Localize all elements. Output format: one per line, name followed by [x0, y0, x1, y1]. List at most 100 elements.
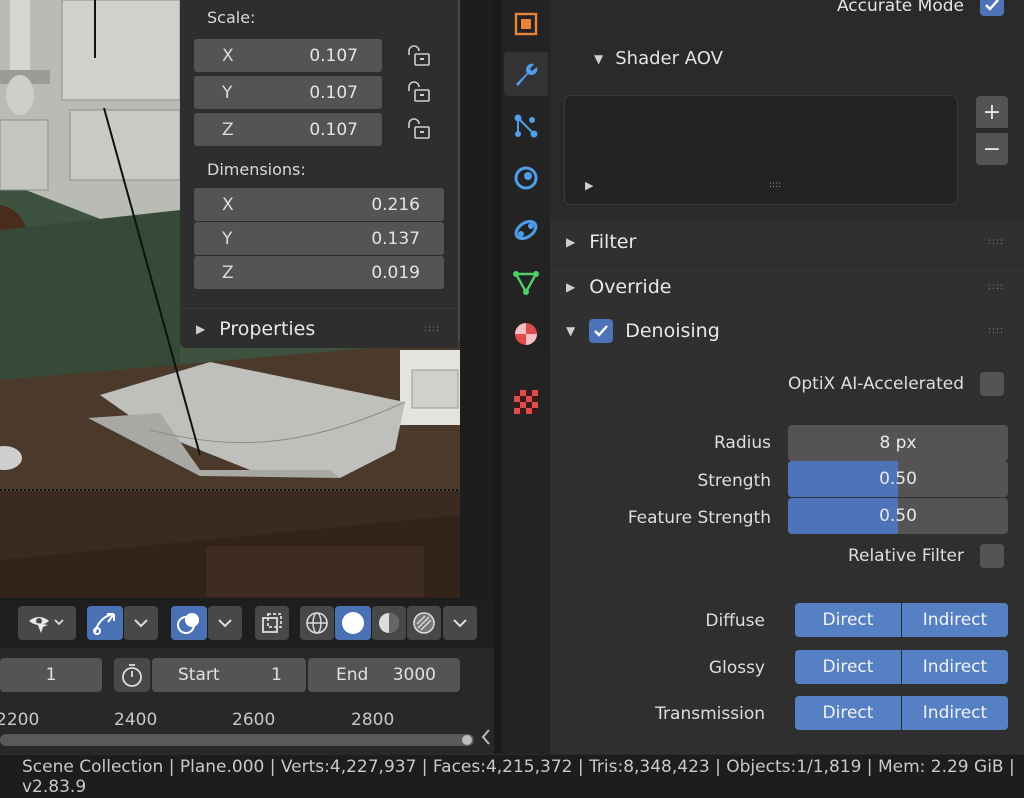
optix-checkbox[interactable] — [980, 372, 1004, 396]
axis-label: X — [222, 45, 234, 66]
shading-wireframe-button[interactable] — [300, 606, 334, 640]
visibility-dropdown[interactable] — [18, 606, 76, 640]
radius-field[interactable]: 8 px — [788, 425, 1008, 461]
end-value: 3000 — [392, 665, 436, 685]
diffuse-indirect-toggle[interactable]: Indirect — [901, 603, 1008, 637]
xray-toggle-button[interactable] — [255, 606, 289, 640]
glossy-indirect-toggle[interactable]: Indirect — [901, 650, 1008, 684]
add-aov-button[interactable]: + — [976, 96, 1008, 128]
shading-material-button[interactable] — [372, 606, 406, 640]
drag-grip-icon[interactable]: :::: — [988, 237, 1004, 247]
minus-icon: − — [982, 136, 1002, 162]
optix-label: OptiX AI-Accelerated — [787, 374, 964, 394]
tab-physics[interactable] — [504, 156, 548, 200]
filter-label: Filter — [589, 231, 637, 253]
solid-sphere-icon — [342, 612, 364, 634]
overlay-icon — [177, 613, 199, 634]
tab-constraints[interactable] — [504, 208, 548, 252]
tab-material[interactable] — [504, 312, 548, 356]
physics-orbit-icon — [514, 166, 538, 190]
expand-triangle-icon: ▶ — [566, 235, 576, 249]
collapse-triangle-icon: ▼ — [566, 324, 576, 338]
start-frame-field[interactable]: Start 1 — [152, 658, 306, 692]
filter-panel-header[interactable]: ▶ Filter :::: — [550, 220, 1024, 264]
scale-z-field[interactable]: Z 0.107 — [194, 113, 382, 146]
material-sphere-icon — [379, 613, 399, 633]
status-bar-text: Scene Collection | Plane.000 | Verts:4,2… — [22, 756, 1015, 797]
scrollbar-handle[interactable] — [462, 735, 472, 745]
scale-x-field[interactable]: X 0.107 — [194, 39, 382, 72]
overlay-toggle-button[interactable] — [171, 606, 207, 640]
expand-triangle-icon[interactable]: ▶ — [585, 179, 593, 192]
tab-object[interactable] — [504, 2, 548, 46]
axis-label: X — [222, 194, 234, 215]
tab-particles[interactable] — [504, 104, 548, 148]
gizmo-toggle-button[interactable] — [87, 606, 123, 640]
object-square-icon — [514, 12, 538, 36]
mesh-triangle-icon — [513, 271, 539, 295]
end-frame-field[interactable]: End 3000 — [308, 658, 460, 692]
3d-viewport[interactable]: Scale: X 0.107 Y 0.107 Z 0.107 Dimension… — [0, 0, 460, 598]
scale-label: Scale: — [207, 8, 256, 27]
overlay-dropdown[interactable] — [208, 606, 242, 640]
shader-aov-header[interactable]: ▼ Shader AOV — [594, 48, 723, 69]
transmission-direct-toggle[interactable]: Direct — [795, 696, 901, 730]
drag-grip-icon[interactable]: :::: — [988, 326, 1004, 336]
strength-value: 0.50 — [879, 469, 917, 489]
viewport-header — [0, 600, 494, 648]
unlock-icon[interactable] — [406, 81, 432, 103]
feature-strength-value: 0.50 — [879, 506, 917, 526]
axis-label: Z — [222, 119, 234, 140]
drag-grip-icon[interactable]: :::: — [988, 282, 1004, 292]
dimension-y-field[interactable]: Y 0.137 — [194, 222, 444, 255]
gizmo-dropdown[interactable] — [124, 606, 158, 640]
denoising-checkbox[interactable] — [589, 319, 614, 343]
timeline-editor: 1 Start 1 End 3000 2200 2400 2600 2800 — [0, 648, 494, 754]
tab-texture[interactable] — [504, 380, 548, 424]
axis-label: Y — [222, 82, 233, 103]
diffuse-label: Diffuse — [705, 611, 765, 631]
denoising-panel-header[interactable]: ▼ Denoising :::: — [550, 309, 1024, 353]
properties-tab-bar — [502, 0, 550, 754]
accurate-mode-label: Accurate Mode — [836, 0, 964, 16]
tab-modifiers[interactable] — [504, 52, 548, 96]
timeline-scrollbar[interactable] — [0, 734, 474, 746]
diffuse-direct-toggle[interactable]: Direct — [795, 603, 901, 637]
unlock-icon[interactable] — [406, 45, 432, 67]
drag-grip-icon[interactable]: :::: — [424, 324, 440, 334]
feature-strength-slider[interactable]: 0.50 — [788, 498, 1008, 534]
dimension-x-field[interactable]: X 0.216 — [194, 188, 444, 221]
current-frame-field[interactable]: 1 — [0, 658, 102, 692]
relative-filter-checkbox[interactable] — [980, 544, 1004, 568]
transmission-indirect-toggle[interactable]: Indirect — [901, 696, 1008, 730]
checkmark-icon — [594, 325, 609, 337]
shading-solid-button[interactable] — [335, 606, 371, 640]
strength-slider[interactable]: 0.50 — [788, 461, 1008, 497]
accurate-mode-checkbox[interactable] — [980, 0, 1004, 16]
shader-aov-label: Shader AOV — [615, 48, 723, 69]
dimension-z-field[interactable]: Z 0.019 — [194, 256, 444, 289]
expand-triangle-icon: ▶ — [196, 321, 206, 336]
playback-timer-button[interactable] — [114, 658, 150, 692]
dimension-z-value: 0.019 — [371, 262, 420, 283]
dimensions-label: Dimensions: — [207, 160, 306, 179]
start-value: 1 — [271, 665, 282, 685]
remove-aov-button[interactable]: − — [976, 133, 1008, 165]
scale-y-field[interactable]: Y 0.107 — [194, 76, 382, 109]
shading-dropdown[interactable] — [443, 606, 477, 640]
frame-tick: 2600 — [232, 710, 276, 730]
expand-triangle-icon: ▶ — [566, 280, 576, 294]
override-panel-header[interactable]: ▶ Override :::: — [550, 265, 1024, 309]
glossy-direct-toggle[interactable]: Direct — [795, 650, 901, 684]
wrench-icon — [516, 63, 538, 86]
unlock-icon[interactable] — [406, 118, 432, 140]
area-divider[interactable] — [494, 0, 502, 754]
list-resize-grip-icon[interactable]: :::: — [769, 180, 781, 190]
tab-object-data[interactable] — [504, 260, 548, 304]
wireframe-sphere-icon — [306, 612, 328, 634]
aov-list[interactable]: ▶ :::: — [564, 95, 958, 205]
shading-rendered-button[interactable] — [407, 606, 441, 640]
scale-y-value: 0.107 — [309, 82, 358, 103]
properties-subpanel-header[interactable]: ▶ Properties :::: — [180, 308, 458, 348]
chevron-left-icon[interactable] — [480, 728, 492, 746]
